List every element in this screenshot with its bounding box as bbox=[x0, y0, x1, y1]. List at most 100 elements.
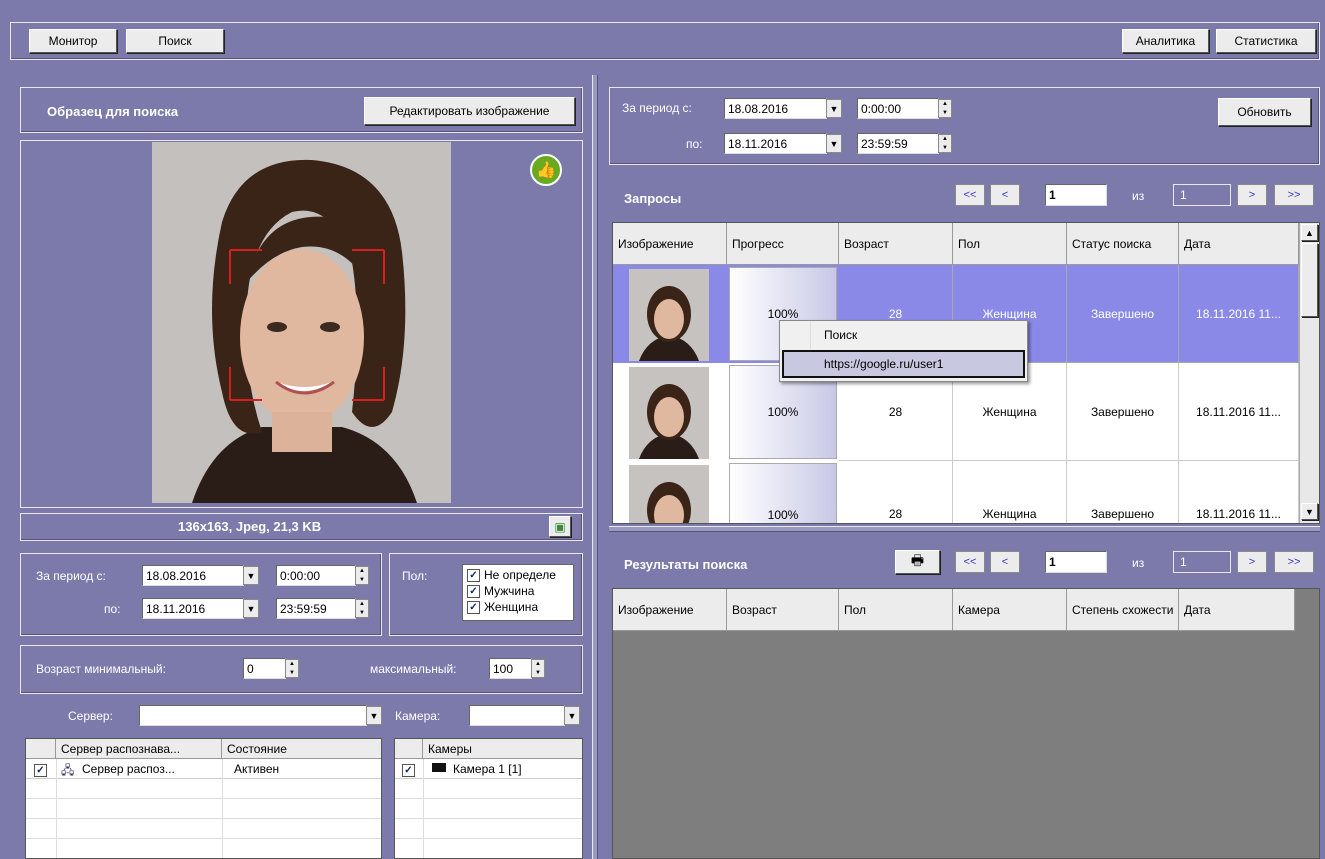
spinner-icon[interactable]: ▲ ▼ bbox=[938, 134, 952, 153]
pager-next-button[interactable]: > bbox=[1237, 551, 1267, 573]
horizontal-splitter[interactable] bbox=[609, 526, 1320, 532]
status-cell: Завершено bbox=[1067, 363, 1179, 461]
gender-label: Пол: bbox=[402, 569, 428, 583]
column-header[interactable]: Возраст bbox=[727, 589, 839, 631]
camera-select[interactable] bbox=[469, 705, 565, 726]
server-table-header[interactable]: Состояние bbox=[222, 739, 381, 759]
column-header[interactable]: Пол bbox=[839, 589, 953, 631]
age-max-input[interactable]: 100 bbox=[489, 658, 532, 679]
save-image-icon[interactable]: ▣ bbox=[549, 516, 571, 537]
chevron-down-icon[interactable]: ▼ bbox=[243, 599, 259, 618]
server-table-header[interactable]: Сервер распознава... bbox=[56, 739, 222, 759]
left-date-from[interactable]: 18.08.2016 bbox=[142, 565, 244, 586]
column-header[interactable]: Статус поиска bbox=[1067, 223, 1179, 265]
camera-icon bbox=[432, 763, 446, 772]
right-date-to[interactable]: 18.11.2016 bbox=[724, 133, 827, 154]
server-state: Активен bbox=[234, 762, 280, 776]
server-select[interactable] bbox=[139, 705, 367, 726]
pager-last-button[interactable]: >> bbox=[1274, 551, 1314, 573]
left-time-to[interactable]: 23:59:59 bbox=[276, 598, 356, 619]
pager-prev-button[interactable]: < bbox=[990, 551, 1020, 573]
scroll-up-icon[interactable]: ▲ bbox=[1301, 224, 1318, 241]
spinner-icon[interactable]: ▲ ▼ bbox=[531, 659, 545, 678]
search-button[interactable]: Поиск bbox=[126, 29, 224, 53]
right-time-from[interactable]: 0:00:00 bbox=[857, 98, 939, 119]
progress-value: 100% bbox=[767, 405, 799, 419]
column-header[interactable]: Пол bbox=[953, 223, 1067, 265]
age-max-label: максимальный: bbox=[370, 662, 457, 676]
column-header[interactable]: Камера bbox=[953, 589, 1067, 631]
context-menu: Поиск https://google.ru/user1 bbox=[779, 320, 1028, 382]
analytics-button[interactable]: Аналитика bbox=[1122, 29, 1209, 53]
chevron-down-icon[interactable]: ▼ bbox=[826, 134, 842, 153]
scroll-thumb[interactable] bbox=[1301, 243, 1318, 317]
chevron-down-icon[interactable]: ▼ bbox=[564, 706, 580, 725]
pager-next-button[interactable]: > bbox=[1237, 184, 1267, 206]
server-table-check-header bbox=[26, 739, 56, 759]
gender-option-female[interactable]: ✓ Женщина bbox=[467, 599, 573, 615]
gender-option-label: Женщина bbox=[484, 600, 539, 614]
spinner-icon[interactable]: ▲ ▼ bbox=[355, 599, 369, 618]
left-time-from[interactable]: 0:00:00 bbox=[276, 565, 356, 586]
status-cell: Завершено bbox=[1067, 265, 1179, 363]
printer-icon: 🖶 bbox=[910, 552, 925, 568]
camera-table: Камеры ✓ Камера 1 [1] bbox=[394, 738, 583, 859]
server-name: Сервер распоз... bbox=[82, 762, 175, 776]
left-date-to[interactable]: 18.11.2016 bbox=[142, 598, 244, 619]
chevron-down-icon[interactable]: ▼ bbox=[826, 99, 842, 118]
column-header[interactable]: Изображение bbox=[613, 589, 727, 631]
request-face-thumbnail bbox=[629, 367, 709, 459]
statistics-button[interactable]: Статистика bbox=[1216, 29, 1316, 53]
checkbox-icon[interactable]: ✓ bbox=[402, 764, 415, 777]
right-time-to[interactable]: 23:59:59 bbox=[857, 133, 939, 154]
column-header[interactable]: Степень схожести bbox=[1067, 589, 1179, 631]
checkbox-icon[interactable]: ✓ bbox=[467, 584, 480, 598]
context-menu-item-link[interactable]: https://google.ru/user1 bbox=[782, 350, 1025, 378]
column-divider bbox=[56, 759, 57, 858]
print-button[interactable]: 🖶 bbox=[895, 550, 940, 574]
refresh-button[interactable]: Обновить bbox=[1218, 98, 1311, 126]
column-header[interactable]: Возраст bbox=[839, 223, 953, 265]
scroll-down-icon[interactable]: ▼ bbox=[1301, 503, 1318, 520]
spinner-icon[interactable]: ▲ ▼ bbox=[355, 566, 369, 585]
image-info-text: 136x163, Jpeg, 21,3 KB bbox=[178, 519, 322, 534]
vertical-splitter[interactable] bbox=[592, 75, 598, 859]
age-min-input[interactable]: 0 bbox=[243, 658, 286, 679]
pager-of-label: из bbox=[1132, 189, 1145, 203]
table-row[interactable]: 100% 28 Женщина Завершено 18.11.2016 11.… bbox=[613, 461, 1299, 523]
gender-option-undefined[interactable]: ✓ Не определе bbox=[467, 567, 573, 583]
camera-table-header[interactable]: Камеры bbox=[423, 739, 582, 759]
checkbox-icon[interactable]: ✓ bbox=[467, 568, 480, 582]
pager-page-input[interactable]: 1 bbox=[1045, 184, 1107, 206]
pager-first-button[interactable]: << bbox=[955, 551, 985, 573]
vertical-scrollbar[interactable]: ▲ ▼ bbox=[1299, 223, 1319, 523]
monitor-button[interactable]: Монитор bbox=[29, 29, 117, 53]
table-row bbox=[26, 839, 381, 858]
checkbox-icon[interactable]: ✓ bbox=[34, 764, 47, 777]
pager-prev-button[interactable]: < bbox=[990, 184, 1020, 206]
pager-last-button[interactable]: >> bbox=[1274, 184, 1314, 206]
context-menu-item-search[interactable]: Поиск bbox=[824, 328, 857, 342]
gender-option-label: Не определе bbox=[484, 568, 556, 582]
column-divider bbox=[423, 759, 424, 858]
checkbox-icon[interactable]: ✓ bbox=[467, 600, 480, 614]
column-header[interactable]: Изображение bbox=[613, 223, 727, 265]
spinner-icon[interactable]: ▲ ▼ bbox=[285, 659, 299, 678]
left-period-to-label: по: bbox=[104, 602, 121, 616]
chevron-down-icon[interactable]: ▼ bbox=[243, 566, 259, 585]
right-date-from[interactable]: 18.08.2016 bbox=[724, 98, 827, 119]
edit-image-button[interactable]: Редактировать изображение bbox=[364, 97, 575, 125]
chevron-down-icon[interactable]: ▼ bbox=[366, 706, 382, 725]
column-header[interactable]: Дата bbox=[1179, 223, 1299, 265]
pager-page-input[interactable]: 1 bbox=[1045, 551, 1107, 573]
pager-first-button[interactable]: << bbox=[955, 184, 985, 206]
gender-option-male[interactable]: ✓ Мужчина bbox=[467, 583, 573, 599]
gender-cell: Женщина bbox=[953, 461, 1067, 523]
spinner-icon[interactable]: ▲ ▼ bbox=[938, 99, 952, 118]
thumbs-up-icon: 👍 bbox=[530, 154, 562, 186]
column-header[interactable]: Дата bbox=[1179, 589, 1295, 631]
table-row[interactable]: ✓ 🖧 Сервер распоз... Активен bbox=[26, 759, 381, 779]
camera-label: Камера: bbox=[395, 709, 441, 723]
request-face-thumbnail bbox=[629, 269, 709, 361]
column-header[interactable]: Прогресс bbox=[727, 223, 839, 265]
